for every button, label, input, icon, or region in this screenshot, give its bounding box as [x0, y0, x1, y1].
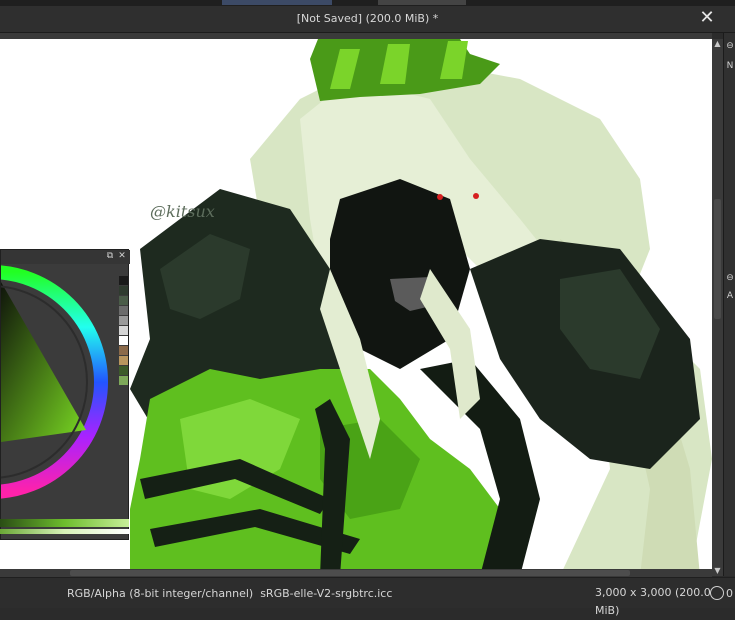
swatch[interactable] — [119, 376, 128, 385]
dock-tab-label[interactable]: A — [725, 291, 735, 301]
swatch[interactable] — [119, 296, 128, 305]
color-space-label: RGB/Alpha (8-bit integer/channel) sRGB-e… — [67, 587, 393, 600]
swatch[interactable] — [119, 316, 128, 325]
swatch[interactable] — [119, 366, 128, 375]
close-icon[interactable]: ✕ — [697, 8, 717, 28]
scrollbar-thumb[interactable] — [714, 199, 721, 319]
document-titlebar: [Not Saved] (200.0 MiB) * ✕ — [0, 6, 735, 33]
close-panel-icon[interactable]: ✕ — [117, 251, 127, 261]
swatch[interactable] — [119, 336, 128, 345]
right-dock: ⊖ N ⊖ A — [723, 33, 735, 576]
dock-icon[interactable]: ⊖ — [725, 41, 735, 51]
document-title: [Not Saved] (200.0 MiB) * — [296, 12, 439, 25]
swatch[interactable] — [119, 286, 128, 295]
swatch[interactable] — [119, 326, 128, 335]
dock-icon[interactable]: ⊖ — [725, 273, 735, 283]
color-wheel[interactable] — [1, 262, 119, 520]
scroll-up-icon[interactable]: ▲ — [713, 39, 722, 48]
zoom-label: 0 — [726, 587, 733, 600]
status-bar: RGB/Alpha (8-bit integer/channel) sRGB-e… — [0, 577, 735, 617]
hscroll-thumb[interactable] — [70, 570, 630, 576]
color-history[interactable] — [118, 276, 129, 386]
scroll-down-icon[interactable]: ▼ — [713, 566, 722, 575]
shade-slider[interactable] — [0, 519, 129, 527]
swatch[interactable] — [119, 306, 128, 315]
swatch[interactable] — [119, 346, 128, 355]
horizontal-scrollbar[interactable] — [0, 569, 712, 577]
float-panel-icon[interactable]: ⧉ — [105, 251, 115, 261]
swatch[interactable] — [119, 356, 128, 365]
artist-signature: @kitsux — [150, 202, 215, 221]
dock-tab-label[interactable]: N — [725, 61, 735, 71]
zoom-icon[interactable] — [710, 586, 724, 600]
tint-slider[interactable] — [0, 529, 129, 534]
top-tab[interactable] — [222, 0, 332, 5]
vertical-scrollbar[interactable]: ▲ ▼ — [712, 39, 723, 576]
top-tab[interactable] — [378, 0, 466, 5]
advanced-color-selector[interactable]: ⧉ ✕ — [0, 249, 130, 540]
swatch[interactable] — [119, 276, 128, 285]
